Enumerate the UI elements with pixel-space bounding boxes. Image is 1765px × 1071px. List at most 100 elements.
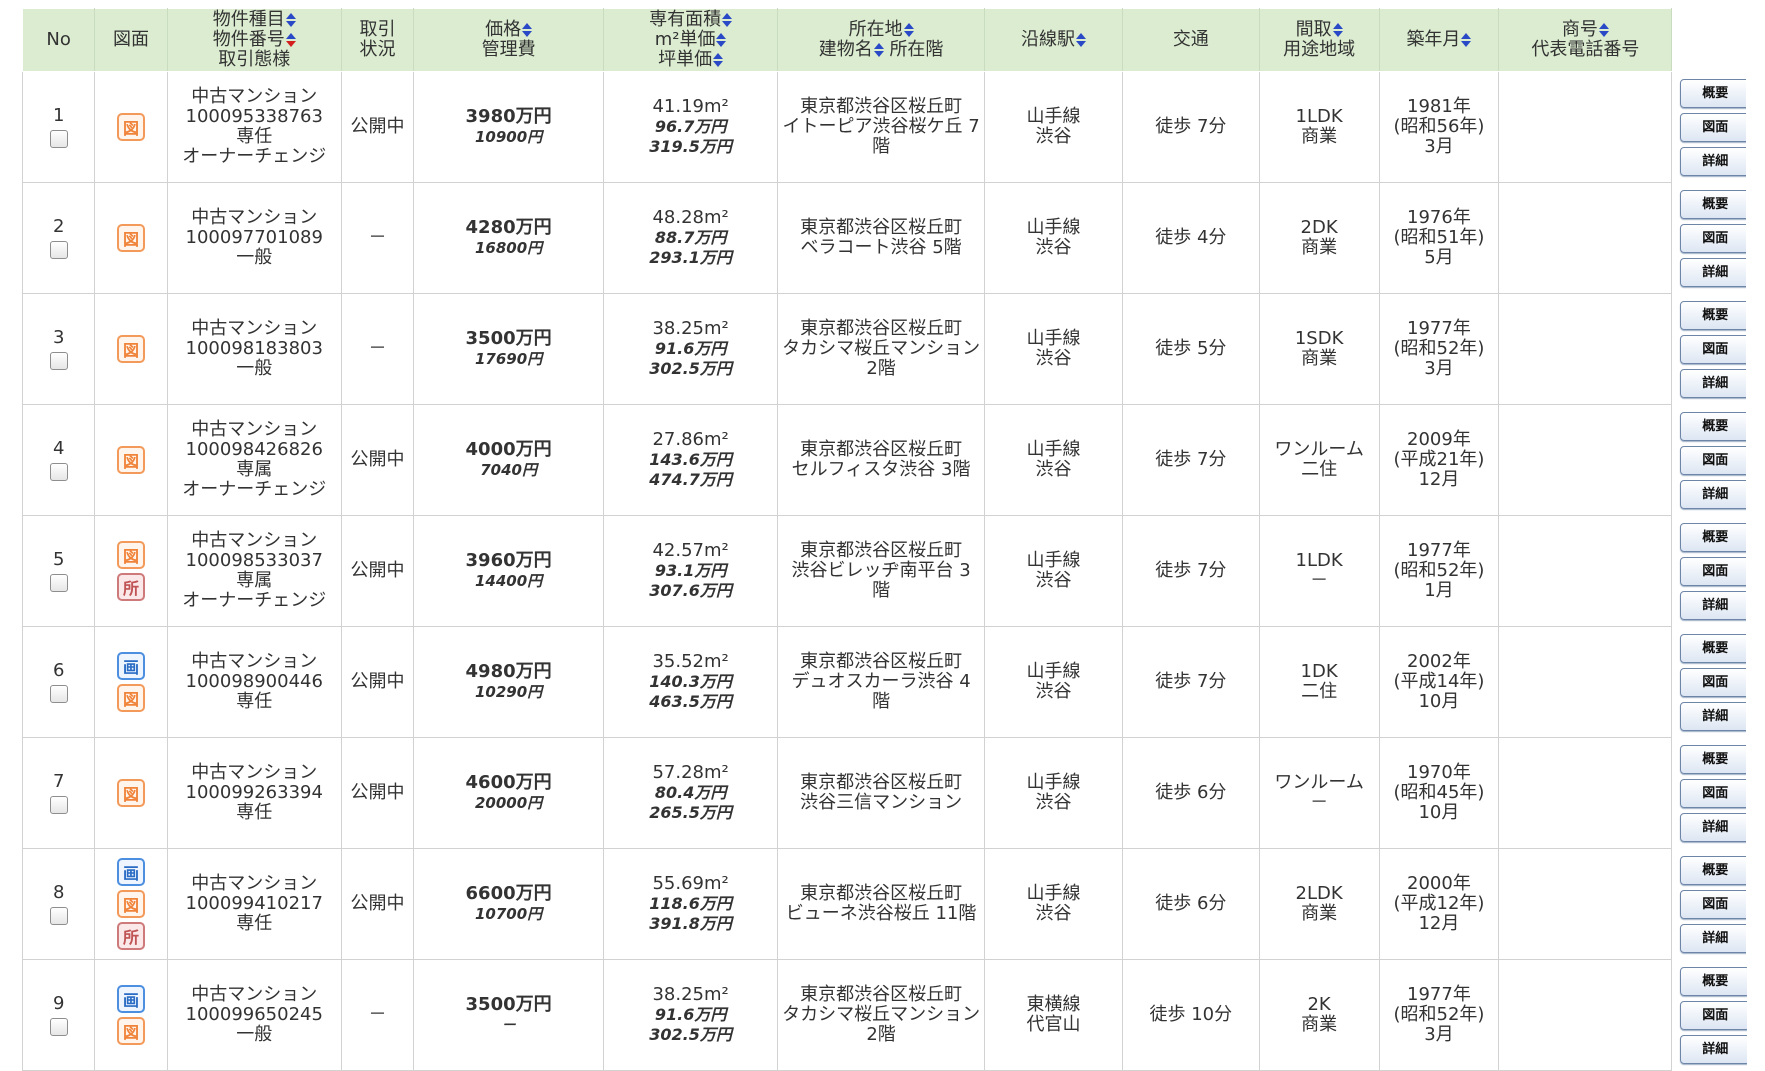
price: 4980万円: [465, 661, 552, 682]
room-layout: ワンルーム: [1274, 772, 1364, 793]
status-cell: 公開中: [340, 626, 415, 738]
sort-icon[interactable]: [522, 23, 533, 37]
row-checkbox[interactable]: [49, 241, 68, 259]
built-line: (昭和45年): [1393, 782, 1485, 803]
type-cell: 中古マンション 100097701089 一般: [166, 182, 342, 294]
actions-cell: 概要 図面 詳細: [1672, 183, 1747, 294]
detail-button[interactable]: 詳細: [1680, 923, 1747, 953]
built-line: 1976年: [1407, 207, 1471, 228]
sort-icon[interactable]: [1461, 33, 1472, 47]
summary-button[interactable]: 概要: [1680, 744, 1747, 774]
row-checkbox[interactable]: [49, 574, 68, 592]
detail-button[interactable]: 詳細: [1680, 812, 1747, 842]
built-line: (平成14年): [1393, 671, 1485, 692]
header-station[interactable]: 沿線駅: [984, 8, 1123, 72]
detail-button[interactable]: 詳細: [1680, 146, 1747, 176]
deal-type: オーナーチェンジ: [182, 146, 327, 167]
summary-button[interactable]: 概要: [1680, 522, 1747, 552]
floorplan-icon[interactable]: 図: [117, 446, 146, 474]
status-cell: －: [340, 959, 415, 1071]
built-line: (昭和56年): [1393, 116, 1485, 137]
station-cell: 山手線 渋谷: [984, 626, 1123, 738]
station-cell: 山手線 渋谷: [984, 71, 1123, 183]
sort-icon[interactable]: [713, 53, 724, 67]
summary-button[interactable]: 概要: [1680, 411, 1747, 441]
sort-desc-icon[interactable]: [285, 33, 296, 47]
row-checkbox[interactable]: [49, 796, 68, 814]
floorplan-icon[interactable]: 図: [117, 335, 146, 363]
row-checkbox[interactable]: [49, 685, 68, 703]
floorplan-icon[interactable]: 図: [117, 890, 146, 918]
location-icon[interactable]: 所: [117, 922, 146, 950]
transport-cell: 徒歩 10分: [1121, 959, 1260, 1071]
floorplan-icon[interactable]: 図: [117, 113, 146, 141]
header-layout[interactable]: 間取 用途地域: [1258, 8, 1380, 72]
plan-button[interactable]: 図面: [1680, 667, 1747, 697]
floorplan-icon[interactable]: 図: [117, 684, 146, 712]
sort-icon[interactable]: [1332, 23, 1343, 37]
row-checkbox[interactable]: [49, 130, 68, 148]
plan-button[interactable]: 図面: [1680, 1000, 1747, 1030]
image-icon[interactable]: 画: [117, 985, 146, 1013]
summary-button[interactable]: 概要: [1680, 300, 1747, 330]
address-line: イトーピア渋谷桜ケ丘 7: [782, 116, 980, 137]
location-icon[interactable]: 所: [117, 573, 146, 601]
table-row: 4 図 中古マンション 100098426826 専属 オーナーチェンジ 公開中 40…: [21, 404, 1747, 516]
layout-cell: 2LDK 商業: [1258, 848, 1380, 960]
sort-icon[interactable]: [1075, 33, 1086, 47]
detail-button[interactable]: 詳細: [1680, 479, 1747, 509]
floorplan-icon[interactable]: 図: [117, 1017, 146, 1045]
detail-button[interactable]: 詳細: [1680, 257, 1747, 287]
header-area[interactable]: 専有面積 m²単価 坪単価: [603, 8, 779, 72]
address-cell: 東京都渋谷区桜丘町 セルフィスタ渋谷 3階: [777, 404, 986, 516]
plan-button[interactable]: 図面: [1680, 889, 1747, 919]
price-cell: 4980万円 10290円: [413, 626, 605, 738]
detail-button[interactable]: 詳細: [1680, 368, 1747, 398]
plan-button[interactable]: 図面: [1680, 112, 1747, 142]
transport-cell: 徒歩 4分: [1121, 182, 1260, 294]
row-checkbox[interactable]: [49, 1018, 68, 1036]
row-checkbox[interactable]: [49, 463, 68, 481]
sort-icon[interactable]: [903, 23, 914, 37]
summary-button[interactable]: 概要: [1680, 189, 1747, 219]
built-line: 2009年: [1407, 429, 1471, 450]
plan-button[interactable]: 図面: [1680, 556, 1747, 586]
sort-icon[interactable]: [722, 13, 733, 27]
actions-cell: 概要 図面 詳細: [1672, 72, 1747, 183]
built-line: (昭和51年): [1393, 227, 1485, 248]
image-icon[interactable]: 画: [117, 652, 146, 680]
detail-button[interactable]: 詳細: [1680, 701, 1747, 731]
row-checkbox[interactable]: [49, 907, 68, 925]
header-price[interactable]: 価格 管理費: [413, 8, 605, 72]
floorplan-icon[interactable]: 図: [117, 224, 146, 252]
station-name: 渋谷: [1035, 459, 1072, 480]
floorplan-icon[interactable]: 図: [117, 779, 146, 807]
sort-icon[interactable]: [873, 43, 884, 57]
detail-button[interactable]: 詳細: [1680, 1034, 1747, 1064]
summary-button[interactable]: 概要: [1680, 633, 1747, 663]
address-line: 東京都渋谷区桜丘町: [800, 318, 963, 339]
price-per-sqm: 93.1万円: [654, 561, 727, 580]
station-cell: 山手線 渋谷: [984, 404, 1123, 516]
station-name: 渋谷: [1035, 348, 1072, 369]
header-company[interactable]: 商号 代表電話番号: [1498, 8, 1673, 72]
plan-button[interactable]: 図面: [1680, 778, 1747, 808]
image-icon[interactable]: 画: [117, 858, 146, 886]
summary-button[interactable]: 概要: [1680, 855, 1747, 885]
station-cell: 山手線 渋谷: [984, 182, 1123, 294]
header-built[interactable]: 築年月: [1378, 8, 1500, 72]
plan-button[interactable]: 図面: [1680, 445, 1747, 475]
sort-icon[interactable]: [285, 13, 296, 27]
summary-button[interactable]: 概要: [1680, 966, 1747, 996]
floorplan-icon[interactable]: 図: [117, 541, 146, 569]
plan-button[interactable]: 図面: [1680, 334, 1747, 364]
row-checkbox[interactable]: [49, 352, 68, 370]
sort-icon[interactable]: [1598, 23, 1609, 37]
sort-icon[interactable]: [716, 33, 727, 47]
header-type[interactable]: 物件種目 物件番号 取引態様: [166, 8, 342, 72]
summary-button[interactable]: 概要: [1680, 78, 1747, 108]
header-address[interactable]: 所在地 建物名 所在階: [777, 8, 986, 72]
plan-button[interactable]: 図面: [1680, 223, 1747, 253]
address-line: 階: [872, 580, 891, 601]
detail-button[interactable]: 詳細: [1680, 590, 1747, 620]
